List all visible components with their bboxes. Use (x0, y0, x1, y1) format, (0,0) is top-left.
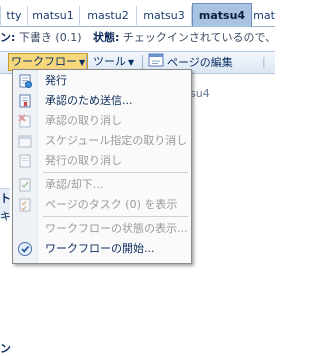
left-nav-letter: キ (0, 210, 11, 223)
submit-approval-icon (17, 93, 33, 109)
page-status-line: ン: 下書き (0.1) 状態: チェックインされているので、権限の (0, 27, 275, 49)
menu-item-label: 承認のため送信... (45, 94, 133, 107)
workflow-menu-label: ワークフロー (11, 55, 77, 68)
toolbar-separator (142, 55, 143, 69)
toolbar-separator (86, 55, 87, 69)
menu-item-unpublish[interactable]: 発行の取り消し (13, 151, 191, 171)
status-value: チェックインされているので、権限の (122, 31, 275, 44)
tools-menu-label: ツール (93, 55, 126, 68)
tab-matsu3[interactable]: matsu3 (137, 6, 192, 25)
menu-item-label: ページのタスク (0) を表示 (45, 198, 178, 211)
tab-mastu2[interactable]: mastu2 (80, 6, 137, 25)
chevron-down-icon: ▼ (128, 58, 135, 67)
tasks-icon (17, 197, 33, 213)
menu-item-label: 承認の取り消し (45, 114, 122, 127)
approve-reject-icon (17, 177, 33, 193)
menu-separator (43, 216, 188, 217)
tab-tty[interactable]: tty (0, 6, 28, 25)
menu-item-workflow-status[interactable]: ワークフローの状態の表示... (13, 219, 191, 239)
menu-item-cancel-schedule[interactable]: スケジュール指定の取り消し (13, 131, 191, 151)
menu-item-label: ワークフローの開始... (45, 242, 155, 255)
cancel-approval-icon (17, 113, 33, 129)
tab-matsu4[interactable]: matsu4 (192, 3, 252, 27)
unpublish-icon (17, 153, 33, 169)
tab-matsu1[interactable]: matsu1 (27, 6, 80, 25)
toolbar-overflow: | (262, 55, 266, 68)
left-navigation-strip: ト キ ン (0, 78, 11, 355)
menu-item-approve-reject[interactable]: 承認/却下... (13, 175, 191, 195)
version-label: ン: (0, 31, 16, 44)
menu-item-publish[interactable]: 発行 (13, 71, 191, 91)
calendar-cancel-icon (17, 133, 33, 149)
left-nav-letter: ト (0, 192, 11, 205)
menu-item-label: 承認/却下... (45, 178, 104, 191)
menu-item-start-workflow[interactable]: ワークフローの開始... (13, 239, 191, 259)
publish-icon (17, 73, 33, 89)
menu-item-label: スケジュール指定の取り消し (45, 134, 188, 147)
left-nav-letter: ン (0, 342, 11, 355)
menu-item-label: 発行 (45, 74, 67, 87)
workflow-dropdown-menu: 発行 承認のため送信... 承認の取り消し スケジュール指定の取り消し 発行の取… (12, 69, 192, 264)
menu-item-label: 発行の取り消し (45, 154, 122, 167)
menu-item-submit-approval[interactable]: 承認のため送信... (13, 91, 191, 111)
page-content-area: su4 (180, 78, 275, 238)
menu-item-label: ワークフローの状態の表示... (45, 222, 188, 235)
tab-bar: tty matsu1 mastu2 matsu3 matsu4 mat (0, 0, 275, 27)
status-label: 状態: (92, 31, 120, 44)
tab-mat[interactable]: mat (252, 6, 276, 25)
menu-item-page-tasks[interactable]: ページのタスク (0) を表示 (13, 195, 191, 215)
edit-page-label: ページの編集 (167, 56, 233, 69)
page-title-fragment: su4 (190, 87, 210, 100)
menu-item-cancel-approval[interactable]: 承認の取り消し (13, 111, 191, 131)
menu-separator (43, 172, 188, 173)
chevron-down-icon: ▼ (79, 58, 86, 67)
version-value: 下書き (0.1) (18, 31, 82, 44)
workflow-start-icon (17, 241, 33, 257)
workflow-status-icon (17, 221, 33, 237)
